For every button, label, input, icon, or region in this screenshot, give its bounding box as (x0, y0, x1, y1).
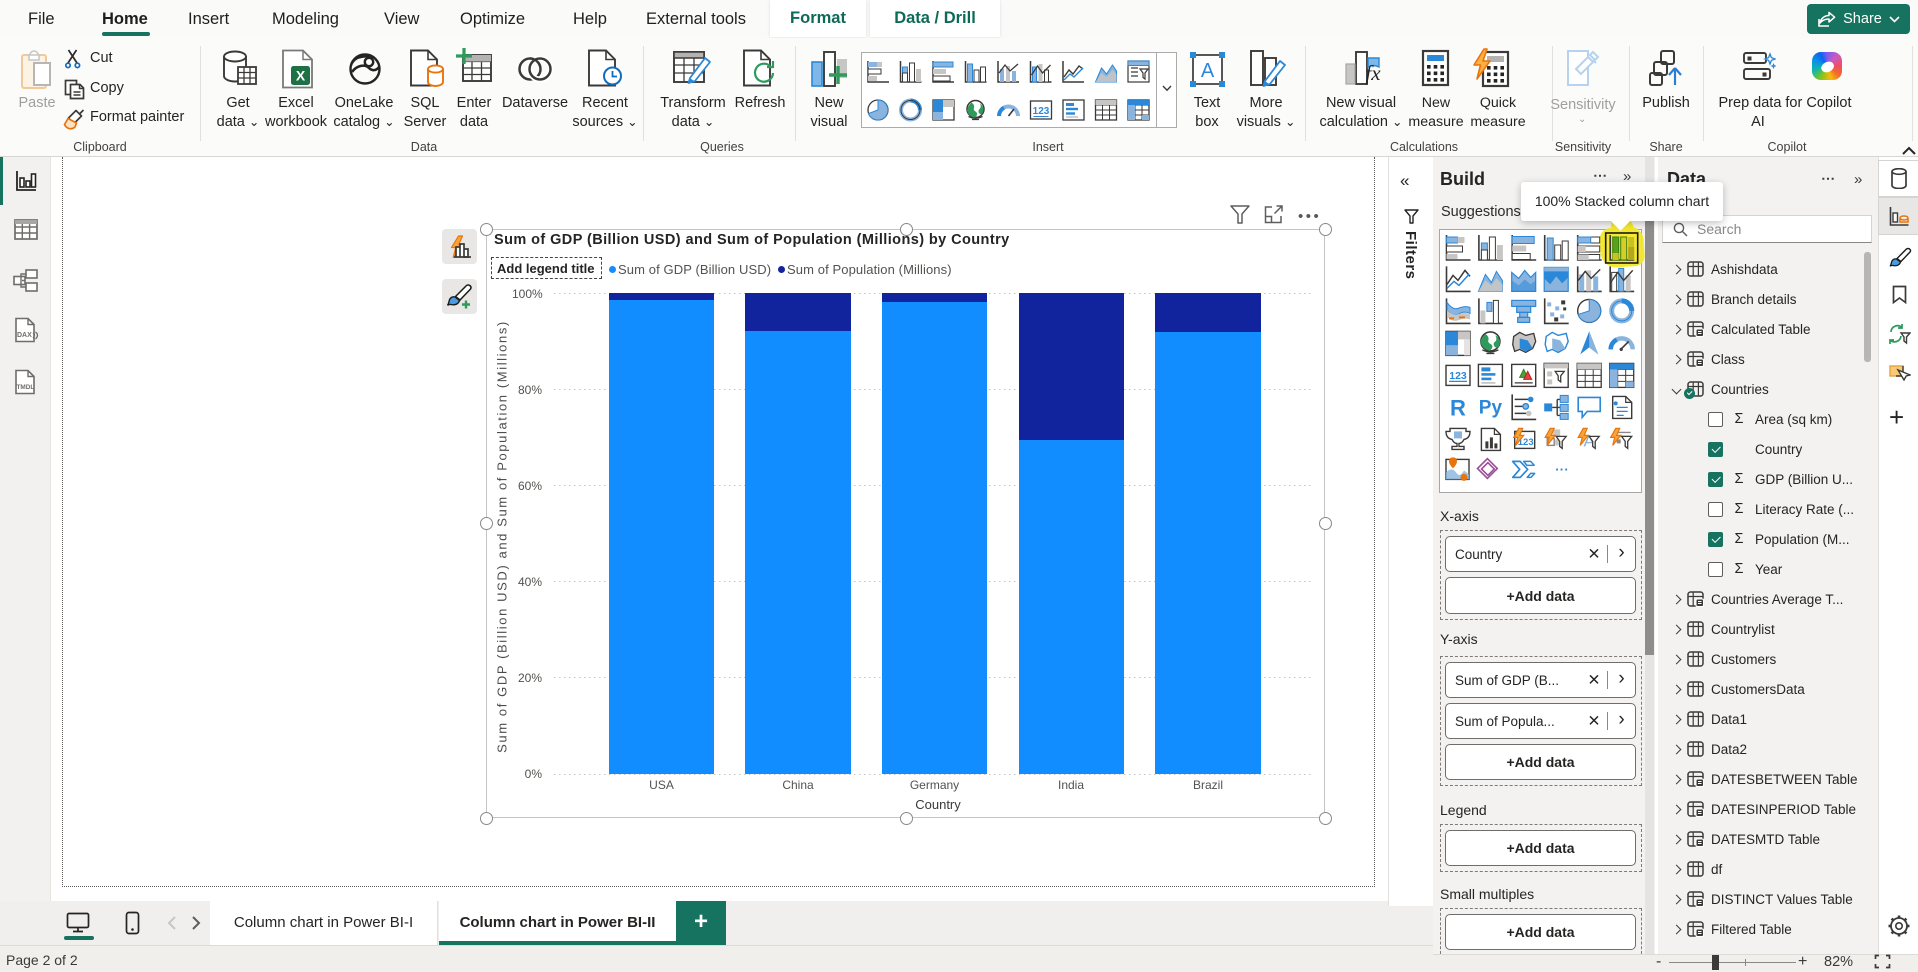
svg-text:TMDL: TMDL (17, 384, 35, 391)
svg-text:X: X (296, 68, 306, 84)
svg-text:DAX: DAX (17, 332, 32, 339)
svg-text:...: ... (1555, 458, 1569, 473)
svg-text:Py: Py (1479, 397, 1503, 418)
svg-text:123: 123 (1449, 370, 1467, 382)
svg-text:R: R (1450, 395, 1466, 420)
svg-text:A: A (1201, 60, 1215, 82)
svg-text:fx: fx (1365, 61, 1381, 85)
svg-text:123: 123 (1033, 106, 1050, 117)
